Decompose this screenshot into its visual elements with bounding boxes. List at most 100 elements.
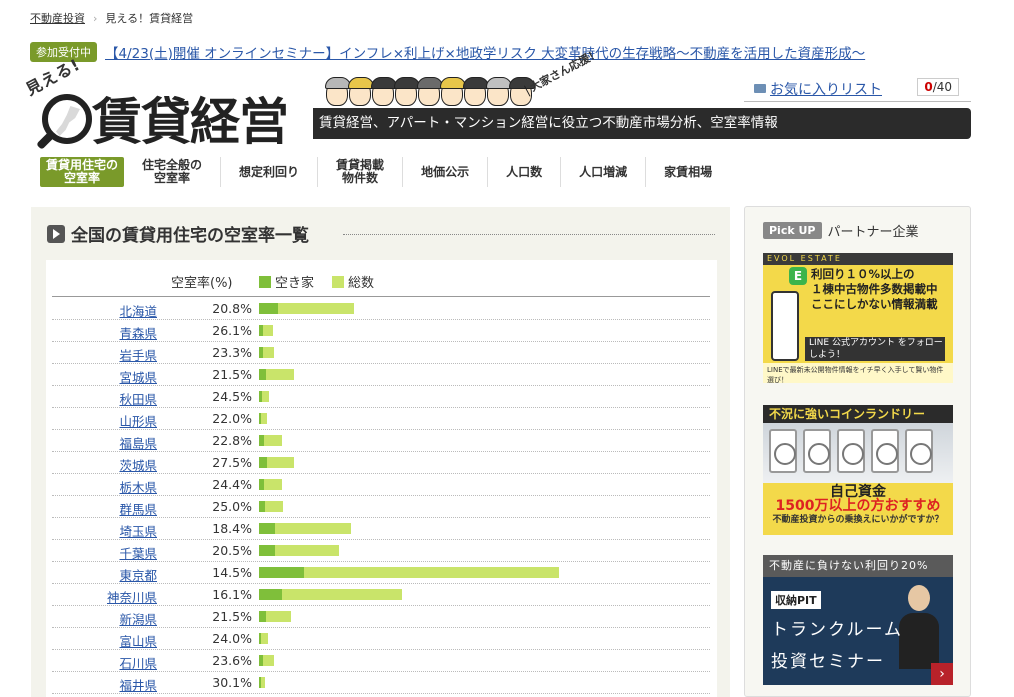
bar-vacant bbox=[259, 413, 261, 424]
prefecture-link[interactable]: 福井県 bbox=[52, 675, 157, 694]
pickup-badge: Pick UP bbox=[763, 222, 822, 239]
breadcrumb-home-link[interactable]: 不動産投資 bbox=[30, 10, 85, 26]
vacancy-rate-value: 24.0% bbox=[212, 631, 252, 646]
ad3-headline: 不動産に負けない利回り20% bbox=[763, 555, 953, 577]
prefecture-link[interactable]: 東京都 bbox=[52, 565, 157, 584]
bar-total bbox=[259, 567, 559, 578]
section-title-text: 全国の賃貸用住宅の空室率一覧 bbox=[71, 226, 309, 246]
prefecture-link[interactable]: 茨城県 bbox=[52, 455, 157, 474]
person-icon bbox=[440, 77, 466, 106]
table-row: 茨城県 27.5% bbox=[52, 452, 710, 474]
prefecture-link[interactable]: 福島県 bbox=[52, 433, 157, 452]
vacancy-rate-value: 25.0% bbox=[212, 499, 252, 514]
bar-vacant bbox=[259, 545, 275, 556]
prefecture-link[interactable]: 山形県 bbox=[52, 411, 157, 430]
nav-housing-vacancy[interactable]: 住宅全般の 空室率 bbox=[124, 157, 220, 187]
legend-total-swatch bbox=[332, 275, 345, 288]
washing-machine-icon bbox=[871, 429, 899, 473]
breadcrumb-chevron-icon: › bbox=[93, 11, 98, 25]
vacancy-rate-value: 22.0% bbox=[212, 411, 252, 426]
legend-total: 総数 bbox=[332, 272, 374, 291]
prefecture-link[interactable]: 富山県 bbox=[52, 631, 157, 650]
chevron-right-icon[interactable]: › bbox=[931, 663, 953, 685]
ad1-footnote: LINEで最新未公開物件情報をイチ早く入手して賢い物件選び！ bbox=[763, 363, 953, 383]
bar-vacant bbox=[259, 457, 267, 468]
table-header: 空室率(%) 空き家 総数 bbox=[46, 260, 717, 297]
bar-vacant bbox=[259, 369, 266, 380]
people-illustration bbox=[325, 77, 535, 106]
bar-vacant bbox=[259, 589, 282, 600]
prefecture-link[interactable]: 埼玉県 bbox=[52, 521, 157, 540]
prefecture-link[interactable]: 北海道 bbox=[52, 301, 157, 320]
table-row: 石川県 23.6% bbox=[52, 650, 710, 672]
ad1-text: 利回り１０%以上の １棟中古物件多数掲載中 ここにしかない情報満載 bbox=[811, 267, 938, 311]
prefecture-link[interactable]: 宮城県 bbox=[52, 367, 157, 386]
prefecture-link[interactable]: 千葉県 bbox=[52, 543, 157, 562]
table-row: 北海道 20.8% bbox=[52, 298, 710, 320]
favorites-count: 0/40 bbox=[917, 78, 959, 96]
section-title: 全国の賃貸用住宅の空室率一覧 bbox=[47, 221, 309, 246]
person-icon bbox=[348, 77, 374, 106]
vacancy-rate-value: 24.4% bbox=[212, 477, 252, 492]
nav-population[interactable]: 人口数 bbox=[487, 157, 560, 187]
prefecture-link[interactable]: 秋田県 bbox=[52, 389, 157, 408]
folder-icon bbox=[754, 84, 766, 93]
person-icon bbox=[463, 77, 489, 106]
table-row: 秋田県 24.5% bbox=[52, 386, 710, 408]
nav-listing-count[interactable]: 賃貸掲載 物件数 bbox=[317, 157, 402, 187]
prefecture-link[interactable]: 石川県 bbox=[52, 653, 157, 672]
table-row: 神奈川県 16.1% bbox=[52, 584, 710, 606]
chart-legend: 空き家 総数 bbox=[259, 272, 374, 291]
site-logo[interactable]: 見える! 賃貸経営 bbox=[23, 55, 330, 152]
vacancy-rate-value: 30.1% bbox=[212, 675, 252, 690]
sidebar: Pick UP パートナー企業 EVOL ESTATE E 利回り１０%以上の … bbox=[744, 206, 971, 697]
washing-machine-icon bbox=[803, 429, 831, 473]
bar-vacant bbox=[259, 347, 263, 358]
ad3-title-1: トランクルーム bbox=[771, 620, 903, 640]
nav-land-price[interactable]: 地価公示 bbox=[402, 157, 487, 187]
person-icon bbox=[417, 77, 443, 106]
person-icon bbox=[394, 77, 420, 106]
vacancy-rate-value: 22.8% bbox=[212, 433, 252, 448]
evol-logo-icon: E bbox=[789, 267, 807, 285]
nav-rent-market[interactable]: 家賃相場 bbox=[645, 157, 730, 187]
bar-vacant bbox=[259, 523, 275, 534]
laundry-machines-image bbox=[763, 423, 953, 483]
ad-trunk-room[interactable]: 不動産に負けない利回り20% 収納PIT トランクルーム 投資セミナー › bbox=[763, 555, 953, 685]
table-row: 栃木県 24.4% bbox=[52, 474, 710, 496]
ad3-title-2: 投資セミナー bbox=[771, 652, 885, 672]
prefecture-link[interactable]: 新潟県 bbox=[52, 609, 157, 628]
bar-vacant bbox=[259, 479, 264, 490]
prefecture-link[interactable]: 栃木県 bbox=[52, 477, 157, 496]
person-icon bbox=[371, 77, 397, 106]
table-row: 青森県 26.1% bbox=[52, 320, 710, 342]
ad3-logo: 収納PIT bbox=[771, 591, 821, 609]
ad2-headline: 不況に強いコインランドリー bbox=[763, 405, 953, 423]
vacancy-rate-value: 21.5% bbox=[212, 609, 252, 624]
pickup-title: パートナー企業 bbox=[827, 225, 919, 240]
washing-machine-icon bbox=[837, 429, 865, 473]
person-icon bbox=[325, 77, 351, 106]
prefecture-link[interactable]: 群馬県 bbox=[52, 499, 157, 518]
bar-vacant bbox=[259, 611, 266, 622]
nav-population-change[interactable]: 人口増減 bbox=[560, 157, 645, 187]
ad-evol-estate[interactable]: EVOL ESTATE E 利回り１０%以上の １棟中古物件多数掲載中 ここにし… bbox=[763, 253, 953, 383]
ad-coin-laundry[interactable]: 不況に強いコインランドリー 自己資金 1500万以上の方おすすめ 不動産投資から… bbox=[763, 405, 953, 535]
play-icon bbox=[47, 224, 65, 243]
table-row: 群馬県 25.0% bbox=[52, 496, 710, 518]
bar-vacant bbox=[259, 633, 261, 644]
site-tagline: 賃貸経営、アパート・マンション経営に役立つ不動産市場分析、空室率情報 bbox=[313, 108, 971, 139]
bar-vacant bbox=[259, 655, 263, 666]
nav-rental-vacancy[interactable]: 賃貸用住宅の 空室率 bbox=[40, 157, 125, 187]
favorites-link[interactable]: お気に入りリスト bbox=[754, 79, 882, 99]
seminar-link[interactable]: 【4/23(土)開催 オンラインセミナー】インフレ×利上げ×地政学リスク 大変革… bbox=[105, 42, 865, 62]
legend-vacant-swatch bbox=[259, 275, 271, 288]
seminar-notice: 参加受付中 【4/23(土)開催 オンラインセミナー】インフレ×利上げ×地政学リ… bbox=[30, 42, 865, 62]
prefecture-link[interactable]: 岩手県 bbox=[52, 345, 157, 364]
table-row: 福井県 30.1% bbox=[52, 672, 710, 694]
bar-vacant bbox=[259, 501, 265, 512]
nav-expected-yield[interactable]: 想定利回り bbox=[220, 157, 317, 187]
prefecture-link[interactable]: 青森県 bbox=[52, 323, 157, 342]
prefecture-link[interactable]: 神奈川県 bbox=[52, 587, 157, 606]
bar-vacant bbox=[259, 391, 262, 402]
